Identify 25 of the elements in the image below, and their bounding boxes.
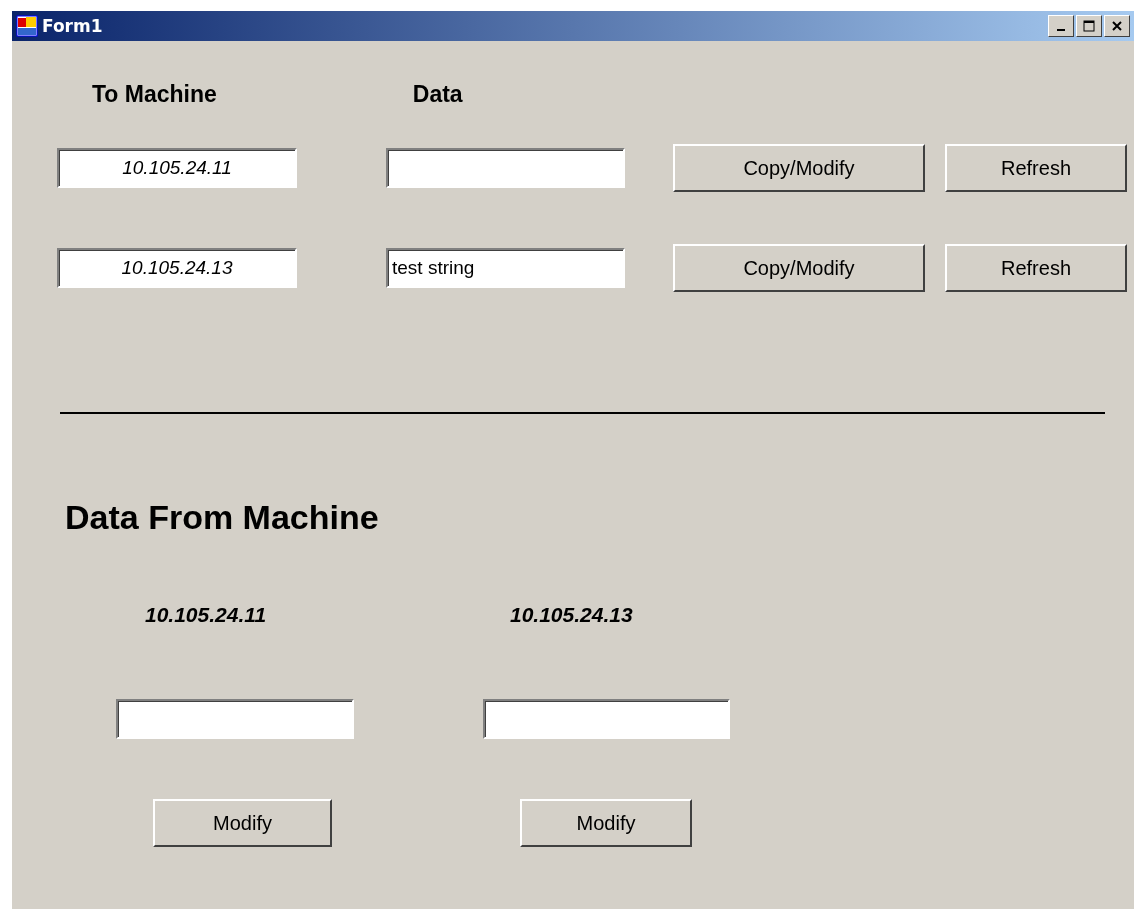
- data-field[interactable]: [483, 699, 730, 739]
- maximize-button[interactable]: [1076, 15, 1102, 37]
- data-field[interactable]: [386, 148, 625, 188]
- minimize-icon: [1057, 29, 1065, 31]
- close-icon: [1111, 20, 1123, 32]
- window-title: Form1: [42, 16, 103, 36]
- copy-modify-button[interactable]: Copy/Modify: [673, 244, 925, 292]
- maximize-icon: [1083, 20, 1095, 32]
- machine-field[interactable]: 10.105.24.11: [57, 148, 297, 188]
- modify-button[interactable]: Modify: [153, 799, 332, 847]
- column-header: To Machine: [92, 81, 217, 108]
- machine-label: 10.105.24.11: [145, 603, 268, 627]
- data-field[interactable]: test string: [386, 248, 625, 288]
- machine-label: 10.105.24.13: [510, 603, 634, 627]
- copy-modify-button[interactable]: Copy/Modify: [673, 144, 925, 192]
- column-header: Data: [412, 81, 463, 108]
- modify-button[interactable]: Modify: [520, 799, 692, 847]
- app-icon: [16, 15, 38, 37]
- machine-field[interactable]: 10.105.24.13: [57, 248, 297, 288]
- data-field[interactable]: [116, 699, 354, 739]
- minimize-button[interactable]: [1048, 15, 1074, 37]
- section-heading: Data From Machine: [65, 498, 380, 537]
- refresh-button[interactable]: Refresh: [945, 144, 1127, 192]
- close-button[interactable]: [1104, 15, 1130, 37]
- refresh-button[interactable]: Refresh: [945, 244, 1127, 292]
